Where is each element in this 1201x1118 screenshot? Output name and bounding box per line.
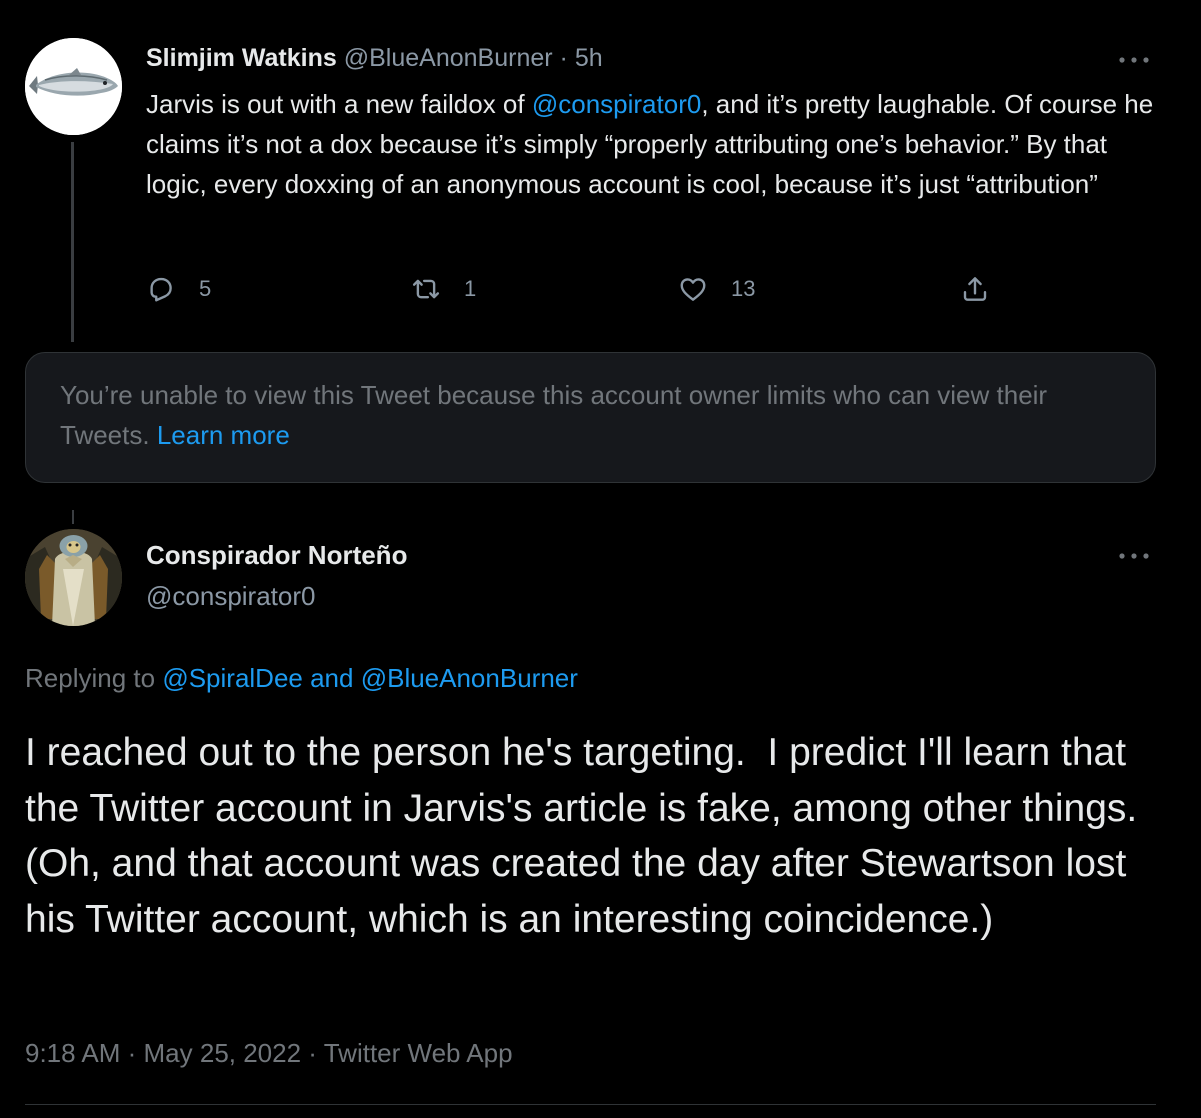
mention-link[interactable]: @conspirator0	[532, 89, 701, 119]
retweet-icon	[412, 279, 440, 299]
reply-count: 5	[199, 276, 212, 301]
avatar-conspirador-norteno[interactable]	[25, 529, 122, 626]
tweet-source[interactable]: Twitter Web App	[324, 1038, 513, 1068]
mention-spiraldee[interactable]: @SpiralDee	[162, 663, 303, 693]
mention-blueanonburner[interactable]: @BlueAnonBurner	[361, 663, 578, 693]
replying-and[interactable]: and	[303, 663, 361, 693]
reply-button[interactable]: 5	[146, 269, 211, 309]
meta-dot-1: ·	[120, 1038, 144, 1068]
parent-tweet-header: Slimjim Watkins @BlueAnonBurner · 5h	[146, 41, 603, 75]
tweet-metadata: 9:18 AM · May 25, 2022 · Twitter Web App	[25, 1034, 513, 1072]
thread-connector-stub	[72, 510, 74, 524]
replying-to-line: Replying to @SpiralDee and @BlueAnonBurn…	[25, 659, 578, 697]
parent-more-button[interactable]	[1114, 42, 1154, 77]
header-separator: ·	[559, 44, 568, 72]
like-count: 13	[731, 276, 756, 301]
tweet-date[interactable]: May 25, 2022	[144, 1038, 302, 1068]
unavailable-tweet-notice: You’re unable to view this Tweet because…	[25, 352, 1156, 483]
fish-avatar-image	[25, 38, 122, 135]
thread-connector-line	[71, 142, 74, 342]
parent-text-part1: Jarvis is out with a new faildox of	[146, 89, 532, 119]
main-tweet-text: I reached out to the person he's targeti…	[25, 731, 1159, 941]
more-dots-icon	[1119, 553, 1149, 559]
tweet-time[interactable]: 9:18 AM	[25, 1038, 120, 1068]
main-more-button[interactable]	[1114, 538, 1154, 573]
parent-handle[interactable]: @BlueAnonBurner	[344, 44, 553, 72]
reply-icon	[150, 277, 172, 302]
main-display-name[interactable]: Conspirador Norteño	[146, 537, 407, 573]
heart-icon	[680, 278, 706, 301]
parent-tweet-text: Jarvis is out with a new faildox of @con…	[146, 84, 1156, 204]
share-icon	[963, 277, 987, 301]
portrait-avatar-image	[25, 529, 122, 626]
learn-more-link[interactable]: Learn more	[157, 420, 290, 450]
main-handle[interactable]: @conspirator0	[146, 578, 315, 614]
retweet-button[interactable]: 1	[411, 269, 476, 309]
parent-display-name[interactable]: Slimjim Watkins	[146, 44, 337, 72]
parent-timestamp[interactable]: 5h	[575, 44, 603, 72]
share-button[interactable]	[960, 269, 990, 309]
more-dots-icon	[1119, 57, 1149, 63]
retweet-count: 1	[464, 276, 477, 301]
avatar-slimjim-watkins[interactable]	[25, 38, 122, 135]
meta-dot-2: ·	[301, 1038, 324, 1068]
like-button[interactable]: 13	[678, 269, 755, 309]
replying-prefix: Replying to	[25, 663, 163, 693]
divider	[25, 1104, 1156, 1105]
